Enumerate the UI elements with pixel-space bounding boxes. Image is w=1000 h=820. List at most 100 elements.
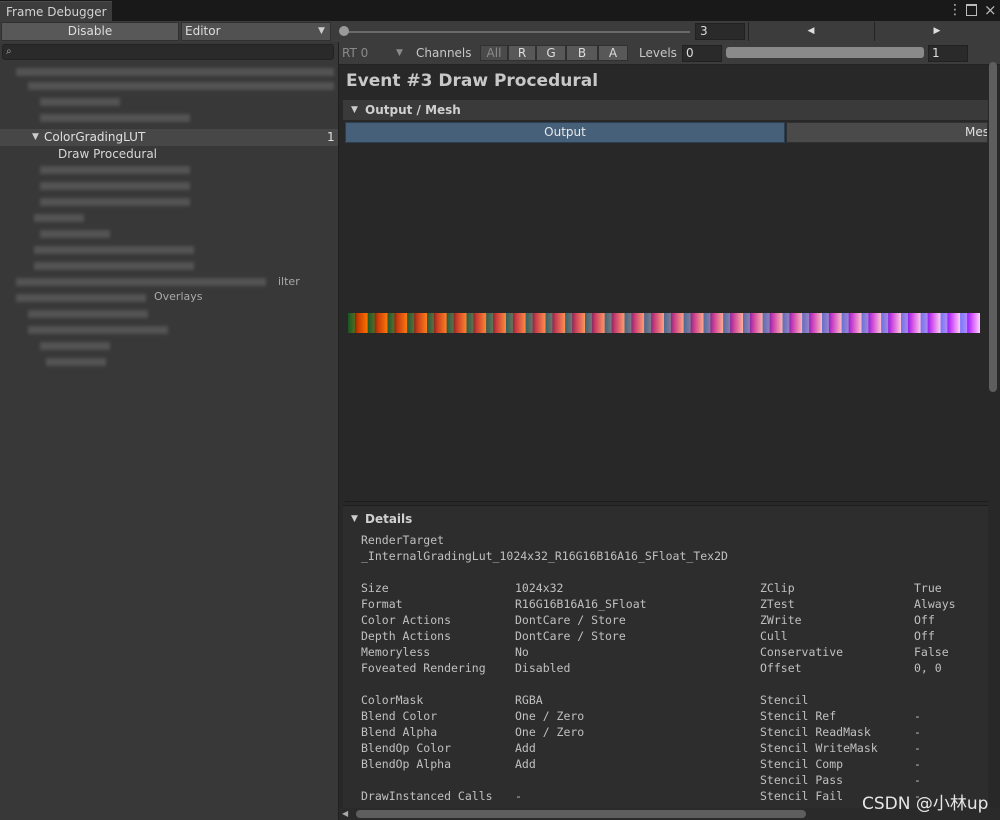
detail-label: Stencil xyxy=(760,693,809,707)
search-icon: ⌕ xyxy=(6,46,12,57)
vertical-scrollbar[interactable] xyxy=(989,62,997,392)
levels-min-field[interactable]: 0 xyxy=(682,45,722,62)
lut-tile-shade xyxy=(585,313,592,333)
lut-preview-image xyxy=(348,313,980,333)
levels-label: Levels xyxy=(639,46,677,60)
detail-label: Offset xyxy=(760,661,802,675)
tab-output[interactable]: Output xyxy=(345,122,785,143)
detail-value: False xyxy=(914,645,949,659)
detail-label: BlendOp Alpha xyxy=(361,757,452,771)
detail-value: - xyxy=(914,741,921,755)
lut-tile-shade xyxy=(664,313,671,333)
detail-label: Stencil WriteMask xyxy=(760,741,878,755)
horizontal-scrollbar[interactable] xyxy=(356,810,806,818)
event-index-field[interactable]: 3 xyxy=(695,23,745,40)
lut-tile-shade xyxy=(940,313,948,333)
obscured-tree-row xyxy=(28,82,334,90)
channel-b-button[interactable]: B xyxy=(566,45,598,61)
detail-label: ZClip xyxy=(760,581,795,595)
detail-value: No xyxy=(515,645,529,659)
obscured-tree-row xyxy=(40,198,190,206)
previous-event-button[interactable]: ◀ xyxy=(748,22,873,41)
obscured-tree-row xyxy=(34,214,84,222)
detail-value: - xyxy=(515,789,522,803)
render-target-label: RenderTarget xyxy=(361,533,445,547)
lut-tile-shade xyxy=(881,313,889,333)
detail-label: Cull xyxy=(760,629,788,643)
kebab-menu-icon[interactable]: ⋮ xyxy=(948,0,962,20)
lut-tile-shade xyxy=(466,313,474,333)
obscured-tree-row xyxy=(16,68,334,76)
window-tab[interactable]: Frame Debugger xyxy=(0,1,112,21)
scroll-left-icon[interactable]: ◀ xyxy=(342,808,348,820)
detail-value: 1024x32 xyxy=(515,581,564,595)
obscured-tree-row xyxy=(40,98,120,106)
obscured-tree-row xyxy=(28,310,148,318)
lut-tile-shade xyxy=(841,313,849,333)
output-mesh-header: Output / Mesh xyxy=(365,103,461,117)
detail-label: ZWrite xyxy=(760,613,802,627)
render-target-value: _InternalGradingLut_1024x32_R16G16B16A16… xyxy=(361,549,728,563)
lut-tile-shade xyxy=(565,313,573,333)
detail-label: Memoryless xyxy=(361,645,431,659)
obscured-tree-row xyxy=(40,342,110,350)
channel-all-button[interactable]: All xyxy=(480,45,508,61)
dropdown-arrow-icon: ▼ xyxy=(396,48,403,58)
channels-label: Channels xyxy=(416,46,472,60)
detail-label: Stencil Ref xyxy=(760,709,837,723)
foldout-arrow-icon[interactable]: ▼ xyxy=(351,510,358,528)
lut-tile-shade xyxy=(644,313,652,333)
lut-tile-shade xyxy=(743,313,750,333)
detail-value: RGBA xyxy=(515,693,543,707)
lut-tile-shade xyxy=(486,313,494,333)
close-icon[interactable]: × xyxy=(984,0,997,20)
foldout-arrow-icon[interactable]: ▼ xyxy=(351,101,358,119)
detail-value: One / Zero xyxy=(515,725,585,739)
tab-mesh[interactable]: Mesh xyxy=(786,122,988,143)
detail-value: Add xyxy=(515,757,536,771)
event-slider-thumb[interactable] xyxy=(339,26,349,36)
tree-partial-label: ilter xyxy=(278,275,300,288)
channel-r-button[interactable]: R xyxy=(508,45,536,61)
levels-range-slider[interactable] xyxy=(726,47,924,58)
detail-value: True xyxy=(914,581,942,595)
lut-tile-shade xyxy=(348,313,355,333)
detail-value: R16G16B16A16_SFloat xyxy=(515,597,647,611)
detail-label: Conservative xyxy=(760,645,844,659)
tree-item-draw-procedural[interactable]: Draw Procedural xyxy=(58,146,157,162)
maximize-icon[interactable] xyxy=(966,4,977,16)
lut-tile-shade xyxy=(683,313,691,333)
detail-label: DrawInstanced Calls xyxy=(361,789,493,803)
detail-label: Stencil Fail xyxy=(760,789,844,803)
obscured-tree-row xyxy=(46,358,106,366)
obscured-tree-row xyxy=(40,166,190,174)
lut-tile-shade xyxy=(861,313,869,333)
channel-a-button[interactable]: A xyxy=(598,45,628,61)
detail-label: ZTest xyxy=(760,597,795,611)
tree-partial-label: Overlays xyxy=(154,290,203,303)
lut-tile-shade xyxy=(822,313,829,333)
detail-value: Disabled xyxy=(515,661,571,675)
disable-button[interactable]: Disable xyxy=(1,22,179,41)
detail-label: Stencil ReadMask xyxy=(760,725,871,739)
detail-label: Stencil Pass xyxy=(760,773,844,787)
levels-max-field[interactable]: 1 xyxy=(928,45,968,62)
lut-tile-shade xyxy=(802,313,810,333)
lut-tile-shade xyxy=(604,313,612,333)
lut-tile-shade xyxy=(920,313,928,333)
target-dropdown[interactable]: Editor xyxy=(181,22,331,41)
detail-value: Off xyxy=(914,629,935,643)
tree-group-label: ColorGradingLUT xyxy=(44,130,146,144)
event-tree-panel xyxy=(0,42,339,820)
detail-label: Foveated Rendering xyxy=(361,661,486,675)
detail-value: - xyxy=(914,709,921,723)
detail-label: BlendOp Color xyxy=(361,741,452,755)
expand-arrow-icon[interactable]: ▼ xyxy=(32,129,39,146)
event-slider-track[interactable] xyxy=(342,31,690,33)
next-event-button[interactable]: ▶ xyxy=(874,22,999,41)
channel-g-button[interactable]: G xyxy=(536,45,566,61)
lut-tile-shade xyxy=(387,313,395,333)
search-input[interactable] xyxy=(2,44,334,60)
lut-tile-shade xyxy=(506,313,513,333)
detail-value: One / Zero xyxy=(515,709,585,723)
